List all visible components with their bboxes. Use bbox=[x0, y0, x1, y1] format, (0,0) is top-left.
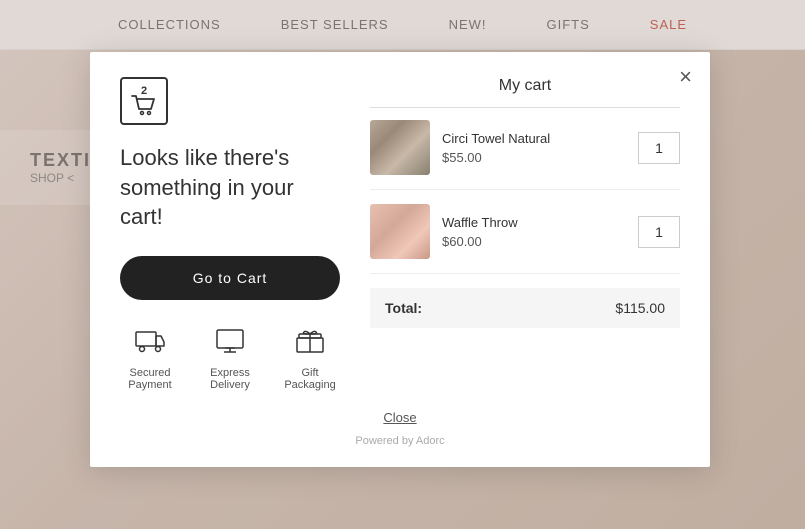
item-details-1: Circi Towel Natural $55.00 bbox=[442, 131, 626, 165]
item-name-2: Waffle Throw bbox=[442, 215, 626, 230]
secured-payment-label: SecuredPayment bbox=[128, 367, 171, 391]
item-name-1: Circi Towel Natural bbox=[442, 131, 626, 146]
cart-icon-wrap: 2 bbox=[120, 77, 168, 125]
item-qty-2[interactable] bbox=[638, 216, 680, 248]
total-amount: $115.00 bbox=[615, 300, 665, 316]
modal-right: My cart Circi Towel Natural $55.00 bbox=[370, 77, 680, 391]
truck-icon bbox=[135, 328, 165, 359]
features-list: SecuredPayment ExpressDelivery bbox=[120, 328, 340, 391]
item-price-2: $60.00 bbox=[442, 234, 626, 249]
gift-packaging-label: GiftPackaging bbox=[284, 367, 335, 391]
item-qty-1[interactable] bbox=[638, 132, 680, 164]
modal-left: 2 Looks like there's something in your c… bbox=[120, 77, 340, 391]
item-image-towel bbox=[370, 120, 430, 175]
cart-item-1: Circi Towel Natural $55.00 bbox=[370, 120, 680, 190]
total-label: Total: bbox=[385, 300, 422, 316]
cart-modal: × 2 Looks like there's something in your… bbox=[90, 52, 710, 467]
close-button[interactable]: × bbox=[679, 66, 692, 88]
go-to-cart-button[interactable]: Go to Cart bbox=[120, 256, 340, 300]
close-link-button[interactable]: Close bbox=[383, 410, 416, 425]
modal-footer: Close Powered by Adorc bbox=[120, 409, 680, 447]
item-details-2: Waffle Throw $60.00 bbox=[442, 215, 626, 249]
powered-by: Powered by Adorc bbox=[120, 435, 680, 447]
express-delivery-label: ExpressDelivery bbox=[210, 367, 250, 391]
item-image-waffle bbox=[370, 204, 430, 259]
gift-icon bbox=[295, 328, 325, 359]
item-price-1: $55.00 bbox=[442, 150, 626, 165]
cart-total: Total: $115.00 bbox=[370, 288, 680, 328]
modal-inner: 2 Looks like there's something in your c… bbox=[120, 77, 680, 391]
feature-gift-packaging: GiftPackaging bbox=[280, 328, 340, 391]
divider-top bbox=[370, 107, 680, 108]
cart-message: Looks like there's something in your car… bbox=[120, 143, 340, 232]
cart-badge: 2 bbox=[141, 85, 147, 97]
feature-secured-payment: SecuredPayment bbox=[120, 328, 180, 391]
screen-icon bbox=[215, 328, 245, 359]
cart-title: My cart bbox=[370, 77, 680, 95]
feature-express-delivery: ExpressDelivery bbox=[200, 328, 260, 391]
cart-icon bbox=[130, 94, 158, 116]
cart-item-2: Waffle Throw $60.00 bbox=[370, 204, 680, 274]
